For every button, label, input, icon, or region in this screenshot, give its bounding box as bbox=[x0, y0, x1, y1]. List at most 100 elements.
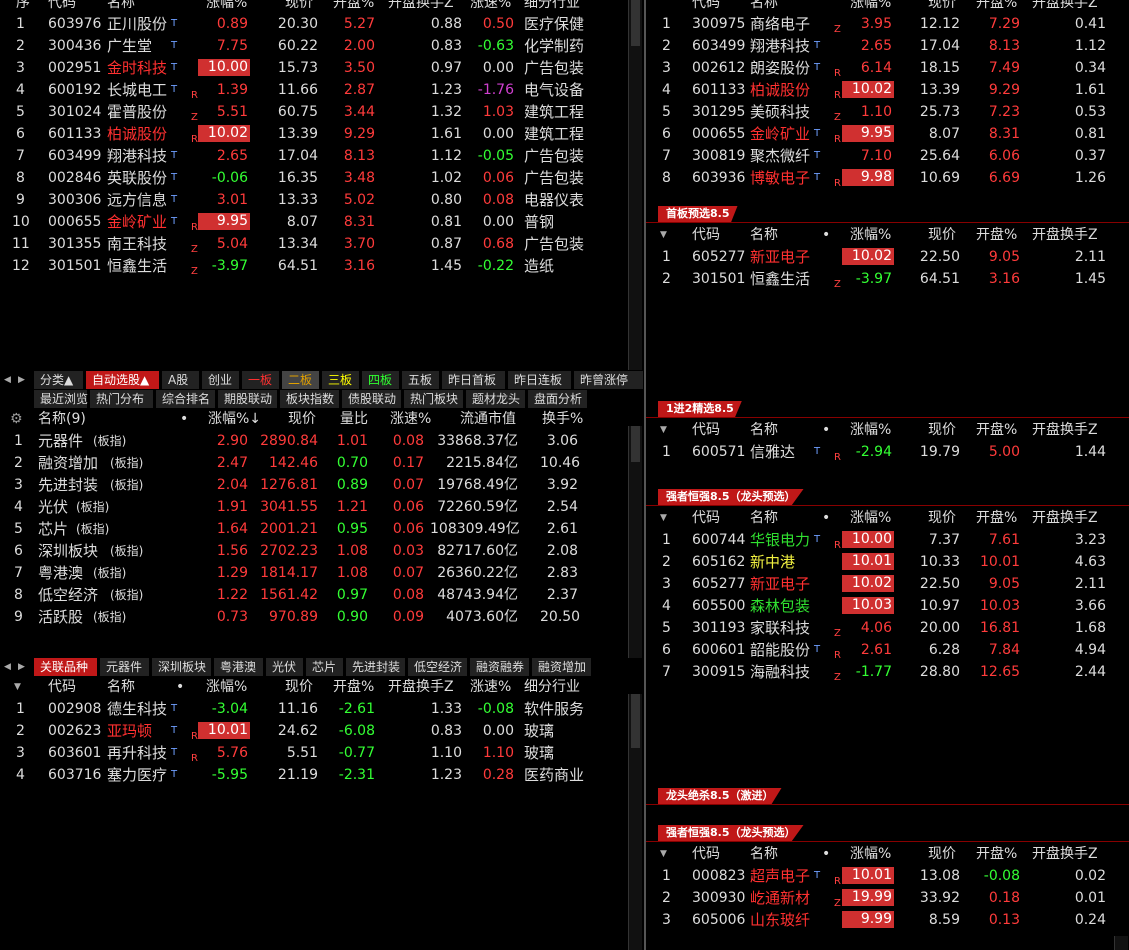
stock-code[interactable]: 605500 bbox=[692, 595, 745, 617]
stock-code[interactable]: 605277 bbox=[692, 573, 745, 595]
stock-code[interactable]: 300306 bbox=[48, 189, 101, 211]
stock-name[interactable]: 金岭矿业 bbox=[750, 123, 810, 145]
col-speed[interactable]: 涨速% bbox=[390, 408, 431, 430]
tab-7[interactable]: 四板 bbox=[362, 371, 400, 389]
sector-name[interactable]: 元器件 bbox=[38, 430, 83, 452]
tab-9[interactable]: 融资增加 bbox=[532, 658, 592, 676]
table-row[interactable]: 1 300975 商络电子 Z 3.95 12.12 7.29 0.41 bbox=[646, 13, 1129, 35]
col-name[interactable]: 名称 bbox=[750, 0, 778, 14]
tab-8[interactable]: 盘面分析 bbox=[528, 390, 588, 408]
scrollbar[interactable] bbox=[628, 0, 642, 370]
table-row[interactable]: 7 603499 翔港科技 T 2.65 17.04 8.13 1.12 -0.05 广告包装 bbox=[0, 145, 644, 167]
tab-6[interactable]: 先进封装 bbox=[346, 658, 406, 676]
stock-code[interactable]: 002908 bbox=[48, 698, 101, 720]
table-row[interactable]: 10 000655 金岭矿业 T R 9.95 8.07 8.31 0.81 0.00 普钢 bbox=[0, 211, 644, 233]
table-row[interactable]: 9 300306 远方信息 T 3.01 13.33 5.02 0.80 0.08 电器仪表 bbox=[0, 189, 644, 211]
table-row[interactable]: 7 300915 海融科技 Z -1.77 28.80 12.65 2.44 bbox=[646, 661, 1129, 681]
stock-code[interactable]: 002846 bbox=[48, 167, 101, 189]
stock-code[interactable]: 000655 bbox=[48, 211, 101, 233]
stock-name[interactable]: 广生堂 bbox=[107, 35, 152, 57]
stock-name[interactable]: 翔港科技 bbox=[750, 35, 810, 57]
col-chg[interactable]: 涨幅% bbox=[206, 676, 247, 698]
scrollbar[interactable] bbox=[628, 426, 642, 658]
table-row[interactable]: 3 605277 新亚电子 10.02 22.50 9.05 2.11 bbox=[646, 573, 1129, 595]
scrollbar-right[interactable] bbox=[1114, 936, 1128, 950]
stock-code[interactable]: 600192 bbox=[48, 79, 101, 101]
sector-name[interactable]: 先进封装 bbox=[38, 474, 98, 496]
stock-name[interactable]: 恒鑫生活 bbox=[107, 255, 167, 277]
stock-name[interactable]: 长城电工 bbox=[107, 79, 167, 101]
stock-name[interactable]: 塞力医疗 bbox=[107, 764, 167, 786]
table-row[interactable]: 6 深圳板块 (板指) 1.56 2702.23 1.08 0.03 82717.60亿 2.0… bbox=[0, 540, 644, 562]
table-row[interactable]: 3 先进封装 (板指) 2.04 1276.81 0.89 0.07 19768.49亿 3.9… bbox=[0, 474, 644, 496]
tab-3[interactable]: 粤港澳 bbox=[214, 658, 264, 676]
table-row[interactable]: 1 000823 超声电子 T R 10.01 13.08 -0.08 0.02 bbox=[646, 865, 1129, 887]
sort-arrow-icon[interactable]: ▼ bbox=[660, 419, 667, 441]
stock-name[interactable]: 新中港 bbox=[750, 551, 795, 573]
stock-name[interactable]: 华银电力 bbox=[750, 529, 810, 551]
col-name[interactable]: 名称 bbox=[750, 224, 778, 246]
col-chg[interactable]: 涨幅% bbox=[850, 843, 891, 865]
table-row[interactable]: 2 605162 新中港 10.01 10.33 10.01 4.63 bbox=[646, 551, 1129, 573]
col-price[interactable]: 现价 bbox=[288, 408, 316, 430]
stock-code[interactable]: 603499 bbox=[692, 35, 745, 57]
stock-name[interactable]: 森林包装 bbox=[750, 595, 810, 617]
col-code[interactable]: 代码 bbox=[692, 419, 720, 441]
stock-code[interactable]: 301501 bbox=[48, 255, 101, 277]
sort-arrow-icon[interactable]: ▼ bbox=[660, 507, 667, 529]
sort-arrow-icon[interactable]: ▼ bbox=[660, 224, 667, 246]
col-price[interactable]: 现价 bbox=[285, 676, 313, 698]
col-price[interactable]: 现价 bbox=[928, 419, 956, 441]
stock-code[interactable]: 300819 bbox=[692, 145, 745, 167]
col-industry[interactable]: 细分行业 bbox=[524, 0, 580, 14]
col-speed[interactable]: 涨速% bbox=[470, 676, 511, 698]
table-row[interactable]: 1 600744 华银电力 T R 10.00 7.37 7.61 3.23 bbox=[646, 529, 1129, 551]
stock-name[interactable]: 海融科技 bbox=[750, 661, 810, 681]
table-row[interactable]: 8 603936 博敏电子 T R 9.98 10.69 6.69 1.26 bbox=[646, 167, 1129, 189]
table-row[interactable]: 6 600601 韶能股份 T R 2.61 6.28 7.84 4.94 bbox=[646, 639, 1129, 661]
tab-4[interactable]: 一板 bbox=[242, 371, 280, 389]
col-volratio[interactable]: 量比 bbox=[340, 408, 368, 430]
tab-1[interactable]: 元器件 bbox=[100, 658, 150, 676]
stock-code[interactable]: 300930 bbox=[692, 887, 745, 909]
stock-code[interactable]: 300975 bbox=[692, 13, 745, 35]
table-row[interactable]: 2 002623 亚玛顿 T R 10.01 24.62 -6.08 0.83 0.00 玻璃 bbox=[0, 720, 644, 742]
tab-right-arrow-icon[interactable]: ▶ bbox=[18, 658, 25, 676]
stock-code[interactable]: 301501 bbox=[692, 268, 745, 288]
tab-3[interactable]: 期股联动 bbox=[218, 390, 278, 408]
stock-name[interactable]: 家联科技 bbox=[750, 617, 810, 639]
col-open[interactable]: 开盘% bbox=[333, 676, 374, 698]
stock-name[interactable]: 韶能股份 bbox=[750, 639, 810, 661]
stock-code[interactable]: 603499 bbox=[48, 145, 101, 167]
stock-name[interactable]: 再升科技 bbox=[107, 742, 167, 764]
stock-code[interactable]: 603976 bbox=[48, 13, 101, 35]
tab-5[interactable]: 芯片 bbox=[306, 658, 344, 676]
stock-name[interactable]: 柏诚股份 bbox=[750, 79, 810, 101]
col-chg[interactable]: 涨幅% bbox=[206, 0, 247, 14]
table-row[interactable]: 1 600571 信雅达 T R -2.94 19.79 5.00 1.44 bbox=[646, 441, 1129, 461]
stock-name[interactable]: 聚杰微纤 bbox=[750, 145, 810, 167]
stock-name[interactable]: 朗姿股份 bbox=[750, 57, 810, 79]
table-row[interactable]: 3 002951 金时科技 T 10.00 15.73 3.50 0.97 0.00 广告包装 bbox=[0, 57, 644, 79]
table-row[interactable]: 1 002908 德生科技 T -3.04 11.16 -2.61 1.33 -0.08 软件服务 bbox=[0, 698, 644, 720]
col-code[interactable]: 代码 bbox=[692, 507, 720, 529]
tab-0[interactable]: 关联品种 bbox=[34, 658, 98, 676]
stock-code[interactable]: 605277 bbox=[692, 246, 745, 268]
table-row[interactable]: 1 603976 正川股份 T 0.89 20.30 5.27 0.88 0.50 医疗保健 bbox=[0, 13, 644, 35]
stock-code[interactable]: 601133 bbox=[48, 123, 101, 145]
sector-name[interactable]: 芯片 bbox=[38, 518, 68, 540]
tab-7[interactable]: 低空经济 bbox=[408, 658, 468, 676]
col-price[interactable]: 现价 bbox=[928, 0, 956, 14]
stock-code[interactable]: 300436 bbox=[48, 35, 101, 57]
table-row[interactable]: 1 605277 新亚电子 10.02 22.50 9.05 2.11 bbox=[646, 246, 1129, 268]
table-row[interactable]: 8 002846 英联股份 T -0.06 16.35 3.48 1.02 0.06 广告包装 bbox=[0, 167, 644, 189]
stock-name[interactable]: 博敏电子 bbox=[750, 167, 810, 189]
stock-code[interactable]: 301024 bbox=[48, 101, 101, 123]
table-row[interactable]: 4 603716 塞力医疗 T -5.95 21.19 -2.31 1.23 0.28 医药商业 bbox=[0, 764, 644, 786]
tab-10[interactable]: 昨日连板 bbox=[508, 371, 572, 389]
col-turn[interactable]: 开盘换手Z bbox=[388, 676, 454, 698]
stock-code[interactable]: 605162 bbox=[692, 551, 745, 573]
col-seq[interactable]: 序 bbox=[16, 0, 30, 14]
stock-name[interactable]: 亚玛顿 bbox=[107, 720, 152, 742]
col-price[interactable]: 现价 bbox=[928, 843, 956, 865]
